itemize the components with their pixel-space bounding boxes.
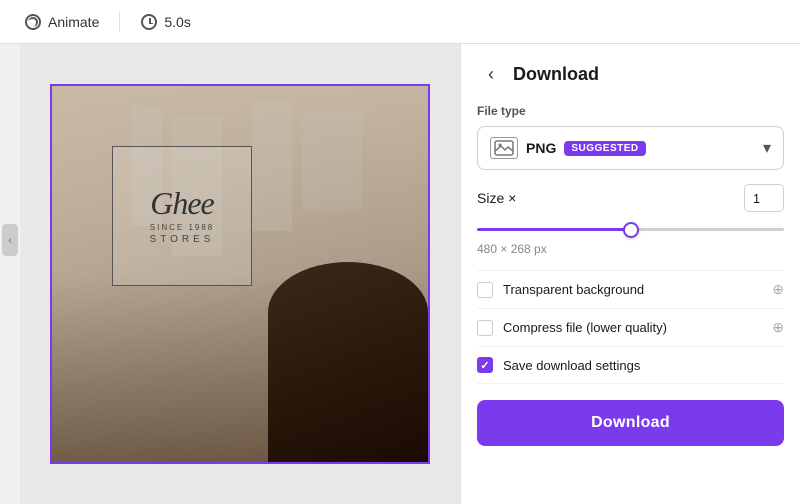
animate-label: Animate [48, 14, 99, 30]
panel-title: Download [513, 64, 599, 85]
canvas-area: Ghee SINCE 1988 STORES [20, 44, 460, 504]
size-row: Size × [477, 184, 784, 212]
download-button[interactable]: Download [477, 400, 784, 446]
back-button[interactable]: ‹ [477, 60, 505, 88]
animate-button[interactable]: Animate [12, 7, 111, 37]
sidebar-toggle[interactable]: ‹ [2, 224, 18, 256]
logo-box: Ghee SINCE 1988 STORES [112, 146, 252, 286]
file-type-dropdown[interactable]: PNG SUGGESTED ▾ [477, 126, 784, 170]
right-panel: ‹ Download File type PNG SUGGESTED ▾ Si [460, 44, 800, 504]
save-settings-checkbox[interactable] [477, 357, 493, 373]
file-type-left: PNG SUGGESTED [490, 137, 646, 159]
file-type-label: File type [477, 104, 784, 118]
building-3 [252, 101, 292, 231]
transparent-bg-label: Transparent background [503, 282, 772, 297]
chevron-down-icon: ▾ [763, 138, 771, 158]
compress-file-label: Compress file (lower quality) [503, 320, 772, 335]
main-area: ‹ Ghee SINCE 1988 STORES ‹ Download [0, 44, 800, 504]
size-label: Size × [477, 190, 516, 206]
duration-label: 5.0s [164, 14, 190, 30]
panel-header: ‹ Download [477, 60, 784, 88]
clock-icon [140, 13, 158, 31]
save-settings-label: Save download settings [503, 358, 784, 373]
compress-file-checkbox[interactable] [477, 320, 493, 336]
left-sidebar: ‹ [0, 44, 20, 504]
size-slider[interactable] [477, 228, 784, 231]
suggested-badge: SUGGESTED [564, 141, 645, 156]
compress-file-info-icon[interactable]: ⊕ [772, 319, 784, 336]
save-settings-row: Save download settings [477, 346, 784, 384]
transparent-bg-checkbox[interactable] [477, 282, 493, 298]
back-icon: ‹ [488, 64, 494, 85]
logo-since-text: SINCE 1988 [150, 223, 214, 232]
transparent-bg-row: Transparent background ⊕ [477, 270, 784, 308]
transparent-bg-info-icon[interactable]: ⊕ [772, 281, 784, 298]
toolbar: Animate 5.0s [0, 0, 800, 44]
canvas-frame: Ghee SINCE 1988 STORES [50, 84, 430, 464]
file-type-value: PNG [526, 140, 556, 156]
slider-container [477, 218, 784, 236]
dark-figure [268, 262, 428, 462]
compress-file-row: Compress file (lower quality) ⊕ [477, 308, 784, 346]
animate-icon [24, 13, 42, 31]
duration-button[interactable]: 5.0s [128, 7, 202, 37]
dimensions-text: 480 × 268 px [477, 242, 784, 256]
png-icon [490, 137, 518, 159]
logo-main-text: Ghee [150, 187, 214, 219]
size-input[interactable] [744, 184, 784, 212]
toolbar-divider [119, 12, 120, 32]
download-button-label: Download [591, 414, 670, 431]
logo-stores-text: STORES [150, 234, 215, 245]
building-4 [302, 111, 362, 211]
